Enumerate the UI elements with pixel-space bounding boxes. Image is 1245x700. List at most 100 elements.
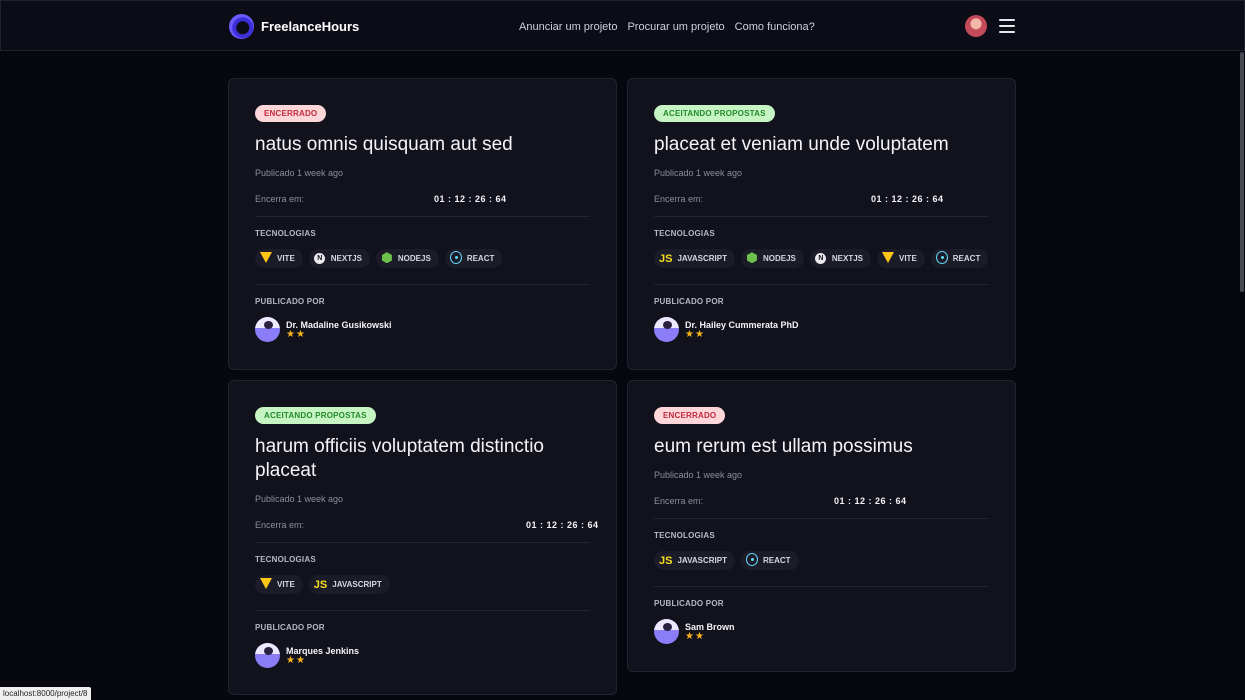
author[interactable]: Dr. Hailey Cummerata PhD ★★ <box>654 317 799 342</box>
project-card[interactable]: ENCERRADO eum rerum est ullam possimus P… <box>627 380 1016 672</box>
status-badge: ENCERRADO <box>654 407 726 424</box>
tech-tag: NODEJS <box>375 249 439 268</box>
vite-icon <box>260 252 272 266</box>
tech-tag: NODEJS <box>740 249 804 268</box>
author[interactable]: Sam Brown ★★ <box>654 619 735 644</box>
brand-link[interactable]: FreelanceHours <box>229 14 359 39</box>
technologies-label: TECNOLOGIAS <box>255 229 316 238</box>
tech-list: VITE JS JAVASCRIPT <box>255 575 390 594</box>
tech-tag: REACT <box>444 249 503 268</box>
status-bar-url: localhost:8000/project/8 <box>0 687 91 700</box>
tech-name: VITE <box>899 254 917 263</box>
tech-list: VITE N NEXTJS NODEJS REACT <box>255 249 503 268</box>
project-title[interactable]: natus omnis quisquam aut sed <box>255 133 595 157</box>
status-badge: ACEITANDO PROPOSTAS <box>654 105 775 122</box>
tech-name: NEXTJS <box>831 254 863 263</box>
javascript-icon: JS <box>659 554 673 567</box>
tech-tag: VITE <box>877 249 925 268</box>
ends-label: Encerra em: <box>654 194 704 204</box>
nav-menu: Anunciar um projeto Procurar um projeto … <box>519 21 815 33</box>
tech-list: JS JAVASCRIPT REACT <box>654 551 799 570</box>
tech-tag: JS JAVASCRIPT <box>654 551 735 570</box>
technologies-label: TECNOLOGIAS <box>654 531 715 540</box>
page-scrollbar[interactable] <box>1240 52 1244 292</box>
tech-name: NODEJS <box>762 254 796 263</box>
author-avatar <box>255 643 280 668</box>
author-avatar <box>654 619 679 644</box>
nodejs-icon <box>746 252 758 266</box>
author-avatar <box>654 317 679 342</box>
nav-link-announce-project[interactable]: Anunciar um projeto <box>519 21 617 33</box>
author-name: Dr. Madaline Gusikowski <box>286 319 392 330</box>
published-date: Publicado 1 week ago <box>654 470 743 480</box>
countdown-timer: 01 : 12 : 26 : 64 <box>871 194 944 204</box>
tech-tag: VITE <box>255 249 303 268</box>
nextjs-icon: N <box>314 253 326 265</box>
author[interactable]: Dr. Madaline Gusikowski ★★ <box>255 317 392 342</box>
published-date: Publicado 1 week ago <box>255 494 344 504</box>
tech-list: JS JAVASCRIPT NODEJS N NEXTJS VITE REACT <box>654 249 989 268</box>
react-icon <box>935 250 948 266</box>
nextjs-icon: N <box>815 253 827 265</box>
rating-stars: ★★ <box>685 630 705 642</box>
tech-tag: VITE <box>255 575 303 594</box>
project-title[interactable]: placeat et veniam unde voluptatem <box>654 133 994 157</box>
countdown-timer: 01 : 12 : 26 : 64 <box>526 520 599 530</box>
divider <box>654 518 989 519</box>
tech-name: REACT <box>762 556 791 565</box>
divider <box>255 216 590 217</box>
rating-stars: ★★ <box>286 654 306 666</box>
status-badge: ENCERRADO <box>255 105 327 122</box>
nav-link-how-it-works[interactable]: Como funciona? <box>735 21 815 33</box>
nav-link-search-project[interactable]: Procurar um projeto <box>627 21 724 33</box>
tech-name: REACT <box>466 254 495 263</box>
rating-stars: ★★ <box>286 328 306 340</box>
project-title[interactable]: harum officiis voluptatem distinctio pla… <box>255 435 595 483</box>
published-by-label: PUBLICADO POR <box>654 599 724 608</box>
published-by-label: PUBLICADO POR <box>654 297 724 306</box>
author-name: Marques Jenkins <box>286 645 360 656</box>
vite-icon <box>260 578 272 592</box>
countdown-timer: 01 : 12 : 26 : 64 <box>434 194 507 204</box>
published-date: Publicado 1 week ago <box>255 168 344 178</box>
javascript-icon: JS <box>313 578 328 591</box>
ends-label: Encerra em: <box>255 194 305 204</box>
tech-tag: JS JAVASCRIPT <box>308 575 390 594</box>
published-by-label: PUBLICADO POR <box>255 297 325 306</box>
published-by-label: PUBLICADO POR <box>255 623 325 632</box>
nodejs-icon <box>381 252 393 266</box>
tech-name: VITE <box>277 580 295 589</box>
status-badge: ACEITANDO PROPOSTAS <box>255 407 376 424</box>
author[interactable]: Marques Jenkins ★★ <box>255 643 359 668</box>
user-avatar[interactable] <box>965 15 987 37</box>
project-card[interactable]: ACEITANDO PROPOSTAS harum officiis volup… <box>228 380 617 695</box>
tech-name: JAVASCRIPT <box>677 254 727 263</box>
published-date: Publicado 1 week ago <box>654 168 743 178</box>
tech-name: NEXTJS <box>330 254 362 263</box>
divider <box>255 284 590 285</box>
top-navbar: FreelanceHours Anunciar um projeto Procu… <box>0 0 1245 51</box>
tech-tag: N NEXTJS <box>809 249 871 268</box>
divider <box>255 542 590 543</box>
technologies-label: TECNOLOGIAS <box>654 229 715 238</box>
brand-name: FreelanceHours <box>261 19 360 34</box>
javascript-icon: JS <box>659 252 673 265</box>
project-title[interactable]: eum rerum est ullam possimus <box>654 435 994 459</box>
rating-stars: ★★ <box>685 328 705 340</box>
vite-icon <box>882 252 894 266</box>
hamburger-menu-icon[interactable] <box>999 19 1015 33</box>
tech-name: REACT <box>952 254 981 263</box>
divider <box>255 610 590 611</box>
react-icon <box>745 552 758 568</box>
tech-name: JAVASCRIPT <box>677 556 727 565</box>
tech-tag: N NEXTJS <box>308 249 370 268</box>
ends-label: Encerra em: <box>255 520 305 530</box>
tech-name: JAVASCRIPT <box>332 580 382 589</box>
tech-name: VITE <box>277 254 295 263</box>
project-card[interactable]: ENCERRADO natus omnis quisquam aut sed P… <box>228 78 617 370</box>
author-name: Sam Brown <box>685 621 735 632</box>
countdown-timer: 01 : 12 : 26 : 64 <box>834 496 907 506</box>
technologies-label: TECNOLOGIAS <box>255 555 316 564</box>
tech-tag: JS JAVASCRIPT <box>654 249 735 268</box>
project-card[interactable]: ACEITANDO PROPOSTAS placeat et veniam un… <box>627 78 1016 370</box>
